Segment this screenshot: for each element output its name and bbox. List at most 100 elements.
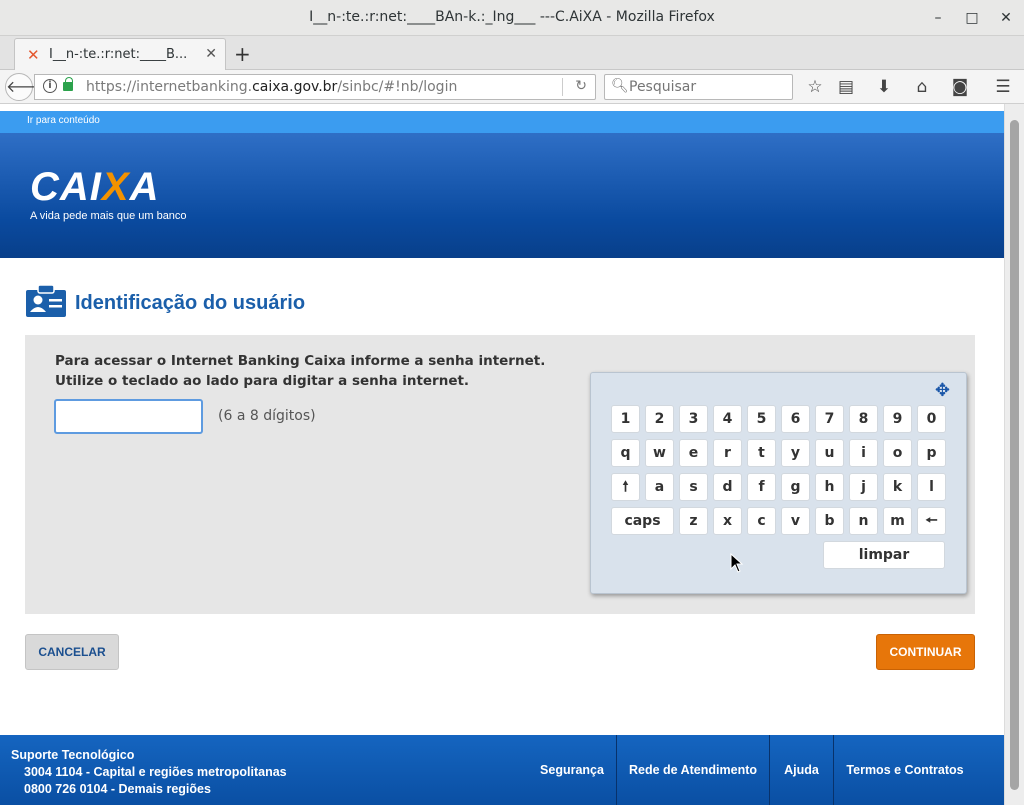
- key-r[interactable]: r: [713, 439, 742, 467]
- key-e[interactable]: e: [679, 439, 708, 467]
- instructions: Para acessar o Internet Banking Caixa in…: [55, 351, 545, 391]
- key-z[interactable]: z: [679, 507, 708, 535]
- logo-wordmark: CAIXA: [30, 167, 187, 207]
- key-h[interactable]: h: [815, 473, 844, 501]
- search-icon: 🔍︎: [611, 78, 629, 94]
- key-v[interactable]: v: [781, 507, 810, 535]
- menu-icon[interactable]: ☰: [992, 76, 1014, 98]
- url-separator: [562, 78, 563, 96]
- site-header: CAIXA A vida pede mais que um banco: [0, 133, 1004, 258]
- site-info-icon[interactable]: i: [43, 79, 57, 93]
- new-tab-button[interactable]: +: [234, 42, 251, 66]
- key-d[interactable]: d: [713, 473, 742, 501]
- key-p[interactable]: p: [917, 439, 946, 467]
- login-panel: Para acessar o Internet Banking Caixa in…: [25, 335, 975, 614]
- key-b[interactable]: b: [815, 507, 844, 535]
- url-text[interactable]: https://internetbanking.caixa.gov.br/sin…: [86, 79, 457, 95]
- minimize-button[interactable]: –: [928, 8, 948, 28]
- key-u[interactable]: u: [815, 439, 844, 467]
- key-a[interactable]: a: [645, 473, 674, 501]
- key-8[interactable]: 8: [849, 405, 878, 433]
- key-0[interactable]: 0: [917, 405, 946, 433]
- key-g[interactable]: g: [781, 473, 810, 501]
- key-f[interactable]: f: [747, 473, 776, 501]
- key-s[interactable]: s: [679, 473, 708, 501]
- skip-to-content-link[interactable]: Ir para conteúdo: [27, 115, 100, 126]
- key-y[interactable]: y: [781, 439, 810, 467]
- key-j[interactable]: j: [849, 473, 878, 501]
- instruction-line-2: Utilize o teclado ao lado para digitar a…: [55, 373, 470, 389]
- footer-link-rede-de-atendimento[interactable]: Rede de Atendimento: [617, 735, 769, 805]
- key-c[interactable]: c: [747, 507, 776, 535]
- key-4[interactable]: 4: [713, 405, 742, 433]
- tab-strip: ✕ I__n-:te.:r:net:____B... ✕ +: [0, 36, 1024, 70]
- key-1[interactable]: 1: [611, 405, 640, 433]
- key-k[interactable]: k: [883, 473, 912, 501]
- logo-tagline: A vida pede mais que um banco: [30, 210, 187, 222]
- secure-lock-icon[interactable]: [63, 77, 73, 91]
- key-m[interactable]: m: [883, 507, 912, 535]
- key-n[interactable]: n: [849, 507, 878, 535]
- bookmark-star-icon[interactable]: ☆: [804, 76, 826, 98]
- scrollbar-thumb[interactable]: [1010, 120, 1019, 790]
- footer-link-ajuda[interactable]: Ajuda: [770, 735, 833, 805]
- password-length-hint: (6 a 8 dígitos): [218, 408, 316, 424]
- site-footer: Suporte Tecnológico 3004 1104 - Capital …: [0, 735, 1004, 805]
- footer-link-seguranca[interactable]: Segurança: [528, 735, 616, 805]
- url-domain: caixa.gov.br: [252, 79, 338, 95]
- continue-button[interactable]: CONTINUAR: [876, 634, 975, 670]
- support-phone-capital: 3004 1104 - Capital e regiões metropolit…: [24, 765, 287, 779]
- instruction-line-1: Para acessar o Internet Banking Caixa in…: [55, 353, 546, 369]
- support-phone-other: 0800 726 0104 - Demais regiões: [24, 782, 211, 796]
- logo-part-x: X: [101, 165, 130, 209]
- password-field[interactable]: [54, 399, 203, 434]
- navigation-toolbar: 🡐 i https://internetbanking.caixa.gov.br…: [0, 70, 1024, 104]
- search-input[interactable]: [629, 78, 789, 96]
- url-path: /sinbc/#!nb/login: [337, 79, 458, 95]
- key-l[interactable]: l: [917, 473, 946, 501]
- window-titlebar: I__n-:te.:r:net:____BAn-k.:_Ing___ ---C.…: [0, 0, 1024, 36]
- clear-key[interactable]: limpar: [823, 541, 945, 569]
- move-icon[interactable]: ✥: [935, 380, 950, 401]
- key-w[interactable]: w: [645, 439, 674, 467]
- tab-close-icon[interactable]: ✕: [205, 46, 217, 62]
- key-7[interactable]: 7: [815, 405, 844, 433]
- tab-active[interactable]: ✕ I__n-:te.:r:net:____B... ✕: [14, 38, 226, 70]
- home-icon[interactable]: ⌂: [911, 76, 933, 98]
- key-t[interactable]: t: [747, 439, 776, 467]
- caps-lock-key[interactable]: caps: [611, 507, 674, 535]
- key-3[interactable]: 3: [679, 405, 708, 433]
- backspace-key[interactable]: 🠔: [917, 507, 946, 535]
- back-button[interactable]: 🡐: [5, 73, 49, 101]
- key-i[interactable]: i: [849, 439, 878, 467]
- download-icon[interactable]: ⬇: [873, 76, 895, 98]
- key-q[interactable]: q: [611, 439, 640, 467]
- support-title: Suporte Tecnológico: [11, 748, 135, 762]
- cancel-button[interactable]: CANCELAR: [25, 634, 119, 670]
- pocket-icon[interactable]: ◙: [949, 76, 971, 98]
- key-6[interactable]: 6: [781, 405, 810, 433]
- url-prefix: https://internetbanking.: [86, 79, 253, 95]
- id-card-icon: [26, 285, 66, 317]
- window-title: I__n-:te.:r:net:____BAn-k.:_Ing___ ---C.…: [309, 9, 715, 25]
- virtual-keyboard[interactable]: ✥ 1 2 3 4 5 6 7 8 9 0 q w e r t y u i o p 🠕 a s d f g h j k l caps z x c v…: [590, 372, 967, 594]
- close-window-button[interactable]: ✕: [996, 8, 1016, 28]
- logo-part-a: CAI: [30, 165, 102, 209]
- caixa-logo[interactable]: CAIXA A vida pede mais que um banco: [30, 167, 187, 222]
- key-2[interactable]: 2: [645, 405, 674, 433]
- page-scrollbar[interactable]: [1004, 104, 1024, 805]
- search-bar[interactable]: 🔍︎: [604, 74, 793, 100]
- url-bar[interactable]: i https://internetbanking.caixa.gov.br/s…: [34, 74, 596, 100]
- reload-icon[interactable]: ↻: [575, 78, 587, 94]
- reading-list-icon[interactable]: ▤: [835, 76, 857, 98]
- caixa-favicon-icon: ✕: [27, 46, 40, 64]
- maximize-button[interactable]: □: [962, 8, 982, 28]
- key-o[interactable]: o: [883, 439, 912, 467]
- shift-key[interactable]: 🠕: [611, 473, 640, 501]
- footer-link-termos-e-contratos[interactable]: Termos e Contratos: [834, 735, 976, 805]
- mouse-cursor-icon: [730, 553, 744, 573]
- key-x[interactable]: x: [713, 507, 742, 535]
- key-5[interactable]: 5: [747, 405, 776, 433]
- key-9[interactable]: 9: [883, 405, 912, 433]
- page-title: Identificação do usuário: [75, 292, 306, 314]
